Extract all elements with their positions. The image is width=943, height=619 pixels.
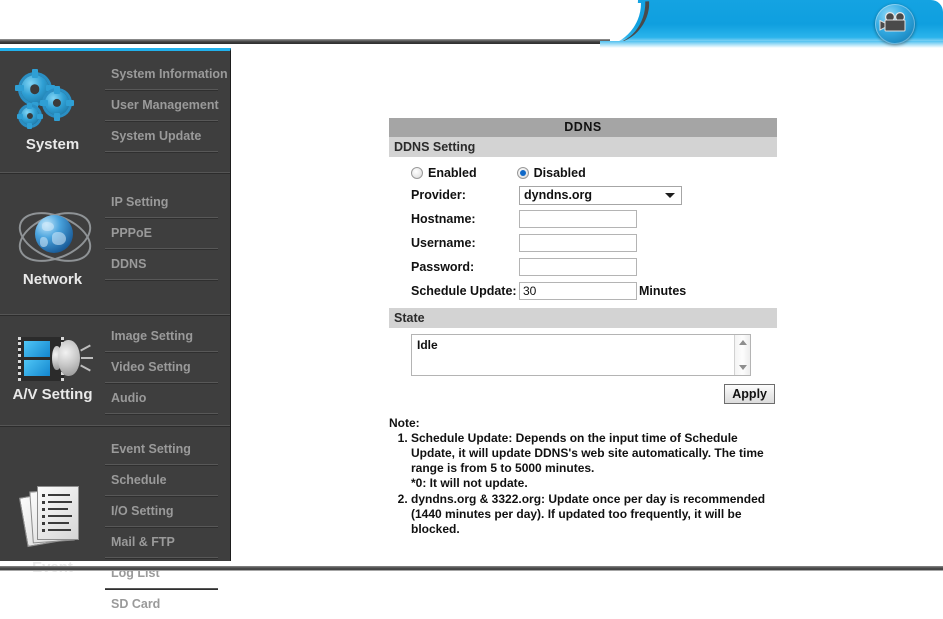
sidebar-item-image-setting[interactable]: Image Setting bbox=[105, 321, 218, 352]
sidebar-group-event: Event Event Setting Schedule I/O Setting… bbox=[0, 434, 230, 611]
apply-row: Apply bbox=[389, 376, 777, 404]
chevron-down-icon bbox=[665, 193, 675, 198]
provider-label: Provider: bbox=[411, 188, 466, 202]
sidebar-group-network: Network IP Setting PPPoE DDNS bbox=[0, 187, 230, 315]
documents-icon bbox=[0, 482, 105, 550]
provider-select[interactable]: dyndns.org bbox=[519, 185, 682, 205]
sidebar-item-audio[interactable]: Audio bbox=[105, 383, 218, 414]
radio-disabled-label: Disabled bbox=[533, 166, 586, 180]
provider-row: Provider: dyndns.org bbox=[389, 183, 777, 207]
radio-enabled-label: Enabled bbox=[428, 166, 477, 180]
username-row: Username: bbox=[389, 231, 777, 255]
note-heading: Note: bbox=[389, 416, 420, 430]
movie-camera-icon[interactable] bbox=[875, 4, 915, 44]
sidebar-group-label-av-setting: A/V Setting bbox=[12, 386, 93, 403]
sidebar-group-label-network: Network bbox=[22, 271, 83, 288]
page-title: DDNS bbox=[389, 118, 777, 137]
note-item-1: Schedule Update: Depends on the input ti… bbox=[411, 431, 781, 492]
sidebar-item-pppoe[interactable]: PPPoE bbox=[105, 218, 218, 249]
note-item-1-subtext: *0: It will not update. bbox=[411, 476, 528, 490]
schedule-update-label: Schedule Update: bbox=[411, 284, 517, 298]
ddns-panel: DDNS DDNS Setting Enabled Disabled Provi… bbox=[389, 118, 777, 538]
main-content: DDNS DDNS Setting Enabled Disabled Provi… bbox=[232, 48, 942, 561]
scroll-down-icon[interactable] bbox=[738, 365, 747, 370]
header-divider-rule bbox=[0, 39, 610, 44]
sidebar-item-event-setting[interactable]: Event Setting bbox=[105, 434, 218, 465]
provider-select-value: dyndns.org bbox=[524, 188, 593, 202]
sidebar-item-io-setting[interactable]: I/O Setting bbox=[105, 496, 218, 527]
password-input[interactable] bbox=[519, 258, 637, 276]
username-input[interactable] bbox=[519, 234, 637, 252]
note-list: Schedule Update: Depends on the input ti… bbox=[389, 431, 781, 538]
note-item-1-text: Schedule Update: Depends on the input ti… bbox=[411, 431, 764, 475]
hostname-label: Hostname: bbox=[411, 212, 476, 226]
state-area: Idle bbox=[389, 328, 777, 376]
apply-button[interactable]: Apply bbox=[724, 384, 775, 404]
schedule-update-input[interactable] bbox=[519, 282, 637, 300]
ddns-setting-section-header: DDNS Setting bbox=[389, 137, 777, 157]
schedule-update-row: Schedule Update: Minutes bbox=[389, 279, 777, 303]
sidebar-item-system-update[interactable]: System Update bbox=[105, 121, 218, 152]
username-label: Username: bbox=[411, 236, 476, 250]
sidebar-item-video-setting[interactable]: Video Setting bbox=[105, 352, 218, 383]
sidebar-item-sd-card[interactable]: SD Card bbox=[105, 589, 218, 619]
gears-icon bbox=[0, 69, 105, 135]
password-label: Password: bbox=[411, 260, 475, 274]
note-block: Note: Schedule Update: Depends on the in… bbox=[389, 404, 781, 538]
sidebar-group-label-system: System bbox=[25, 136, 80, 153]
sidebar-item-system-information[interactable]: System Information bbox=[105, 59, 228, 90]
radio-disabled[interactable] bbox=[516, 167, 529, 179]
sidebar-group-av-setting: A/V Setting Image Setting Video Setting … bbox=[0, 321, 230, 426]
password-row: Password: bbox=[389, 255, 777, 279]
footer-divider bbox=[0, 566, 943, 571]
state-text: Idle bbox=[417, 338, 438, 352]
sidebar-item-mail-ftp[interactable]: Mail & FTP bbox=[105, 527, 218, 558]
sidebar-group-system: System System Information User Managemen… bbox=[0, 59, 230, 173]
state-section-header: State bbox=[389, 308, 777, 328]
app-header bbox=[0, 0, 943, 48]
scroll-up-icon[interactable] bbox=[738, 340, 747, 345]
hostname-row: Hostname: bbox=[389, 207, 777, 231]
enable-disable-radio-group: Enabled Disabled bbox=[389, 163, 777, 183]
state-scrollbar[interactable] bbox=[734, 335, 750, 375]
ddns-form: Enabled Disabled Provider: dyndns.org Ho… bbox=[389, 157, 777, 308]
globe-icon bbox=[0, 201, 105, 272]
sidebar-item-user-management[interactable]: User Management bbox=[105, 90, 219, 121]
sidebar-item-ddns[interactable]: DDNS bbox=[105, 249, 218, 280]
sidebar-item-ip-setting[interactable]: IP Setting bbox=[105, 187, 218, 218]
note-item-2: dyndns.org & 3322.org: Update once per d… bbox=[411, 492, 781, 538]
hostname-input[interactable] bbox=[519, 210, 637, 228]
schedule-update-unit: Minutes bbox=[639, 284, 687, 298]
radio-enabled[interactable] bbox=[411, 167, 423, 179]
sidebar-item-schedule[interactable]: Schedule bbox=[105, 465, 218, 496]
state-textarea[interactable]: Idle bbox=[411, 334, 751, 376]
sidebar-nav: System System Information User Managemen… bbox=[0, 48, 231, 611]
sidebar-item-log-list[interactable]: Log List bbox=[105, 558, 218, 589]
film-speaker-icon bbox=[0, 331, 105, 385]
